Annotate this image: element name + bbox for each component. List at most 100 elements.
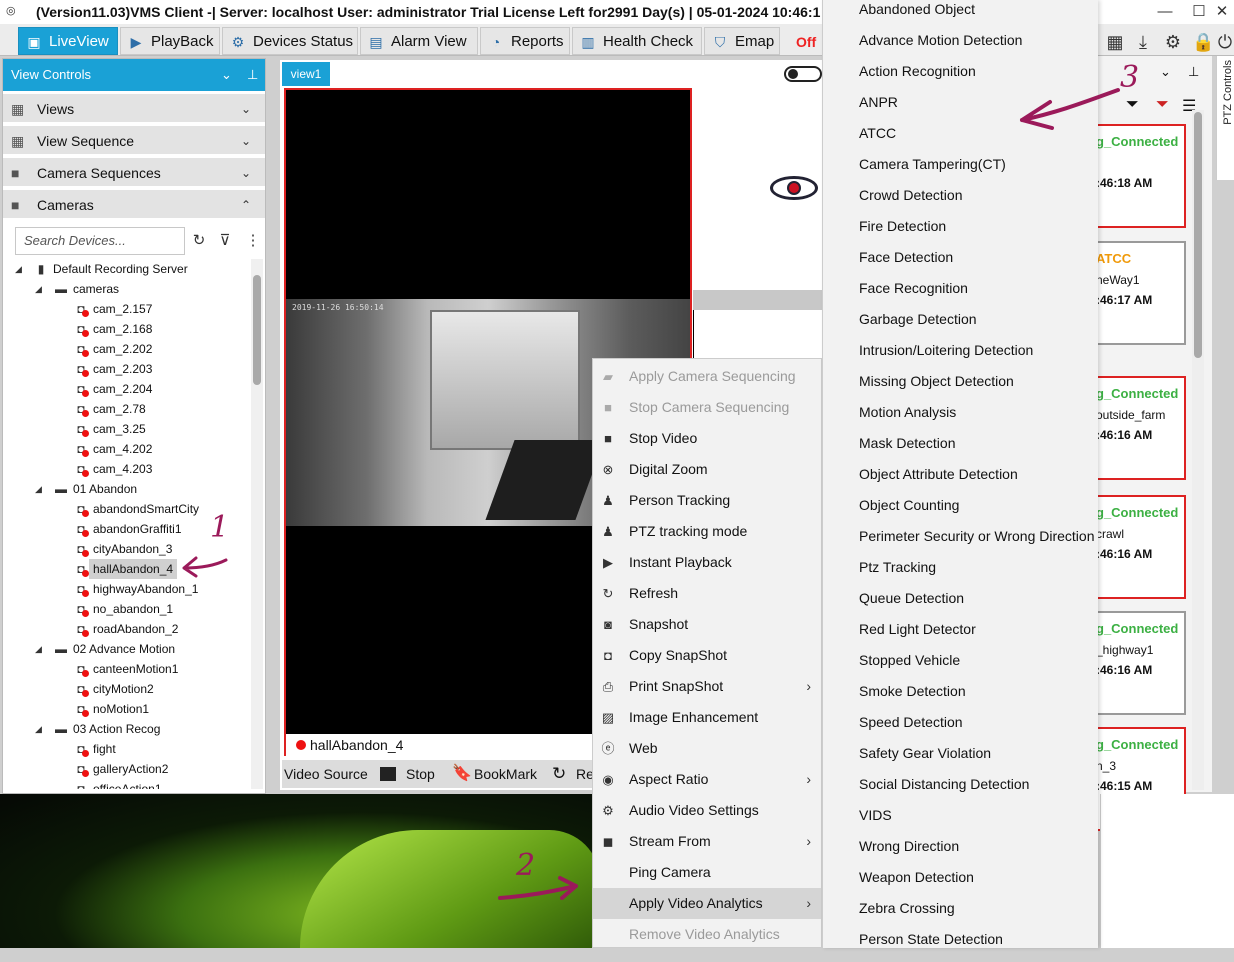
tree-camera-node[interactable]: ◘ roadAbandon_2 <box>3 619 249 639</box>
analytics-item-perimeter-security-or-wrong-direction[interactable]: Perimeter Security or Wrong Direction <box>859 528 1097 559</box>
menu-item-ping-camera[interactable]: Ping Camera <box>593 857 821 888</box>
menu-item-apply-camera-sequencing[interactable]: ▰ Apply Camera Sequencing <box>593 361 821 392</box>
tree-camera-node[interactable]: ◘ cam_2.203 <box>3 359 249 379</box>
power-icon[interactable]: ⏻ <box>1214 31 1234 53</box>
tree-camera-node[interactable]: ◘ cam_2.202 <box>3 339 249 359</box>
tree-camera-node[interactable]: ◘ cityMotion2 <box>3 679 249 699</box>
settings-icon[interactable]: ⚙ <box>1162 31 1184 53</box>
analytics-item-person-state-detection[interactable]: Person State Detection <box>859 931 1097 962</box>
menu-item-ptz-tracking-mode[interactable]: ♟ PTZ tracking mode <box>593 516 821 547</box>
tree-camera-node[interactable]: ◘ highwayAbandon_1 <box>3 579 249 599</box>
alert-card[interactable]: g_Connected outside_farm:46:16 AM <box>1096 376 1186 480</box>
tab-devices-status[interactable]: ⚙ Devices Status <box>222 27 358 55</box>
analytics-item-vids[interactable]: VIDS <box>859 807 1097 838</box>
tree-server-node[interactable]: ◢ ▮ Default Recording Server <box>3 259 249 279</box>
tree-camera-node[interactable]: ◘ canteenMotion1 <box>3 659 249 679</box>
tree-camera-node[interactable]: ◘ cam_2.168 <box>3 319 249 339</box>
minimize-button[interactable]: — <box>1148 0 1182 24</box>
collapse-chevron-icon[interactable]: ⌄ <box>221 59 232 91</box>
analytics-item-wrong-direction[interactable]: Wrong Direction <box>859 838 1097 869</box>
expand-toggle-icon[interactable]: ◢ <box>15 259 22 279</box>
analytics-item-garbage-detection[interactable]: Garbage Detection <box>859 311 1097 342</box>
tree-camera-node[interactable]: ◘ fight <box>3 739 249 759</box>
menu-item-web[interactable]: ⓔ Web <box>593 733 821 764</box>
menu-item-stream-from[interactable]: ◼ Stream From › <box>593 826 821 857</box>
tree-camera-node[interactable]: ◘ hallAbandon_4 <box>3 559 249 579</box>
analytics-item-weapon-detection[interactable]: Weapon Detection <box>859 869 1097 900</box>
analytics-item-object-counting[interactable]: Object Counting <box>859 497 1097 528</box>
menu-item-aspect-ratio[interactable]: ◉ Aspect Ratio › <box>593 764 821 795</box>
tab-playback[interactable]: ▶ PlayBack <box>120 27 220 55</box>
analytics-item-camera-tampering-ct-[interactable]: Camera Tampering(CT) <box>859 156 1097 187</box>
video-source-button[interactable]: Video Source <box>284 760 368 788</box>
analytics-item-atcc[interactable]: ATCC <box>859 125 1097 156</box>
menu-item-digital-zoom[interactable]: ⊗ Digital Zoom <box>593 454 821 485</box>
analytics-item-speed-detection[interactable]: Speed Detection <box>859 714 1097 745</box>
tab-liveview[interactable]: ▣ LiveView <box>18 27 118 55</box>
analytics-item-action-recognition[interactable]: Action Recognition <box>859 63 1097 94</box>
tree-scrollbar-thumb[interactable] <box>253 275 261 385</box>
alert-card[interactable]: g_Connected _highway1:46:16 AM <box>1096 611 1186 715</box>
view-toggle-switch[interactable] <box>784 66 822 82</box>
tree-camera-node[interactable]: ◘ cam_2.204 <box>3 379 249 399</box>
tab-alarm-view[interactable]: ▤ Alarm View <box>360 27 478 55</box>
layout-icon[interactable]: ▦ <box>1104 31 1126 53</box>
menu-item-audio-video-settings[interactable]: ⚙ Audio Video Settings <box>593 795 821 826</box>
analytics-item-object-attribute-detection[interactable]: Object Attribute Detection <box>859 466 1097 497</box>
analytics-item-abandoned-object[interactable]: Abandoned Object <box>859 1 1097 32</box>
menu-item-copy-snapshot[interactable]: ◘ Copy SnapShot <box>593 640 821 671</box>
analytics-item-crowd-detection[interactable]: Crowd Detection <box>859 187 1097 218</box>
analytics-item-stopped-vehicle[interactable]: Stopped Vehicle <box>859 652 1097 683</box>
filter-icon[interactable]: ⊽ <box>215 231 235 251</box>
search-input[interactable]: Search Devices... <box>15 227 185 255</box>
alert-card[interactable]: g_Connected crawl:46:16 AM <box>1096 495 1186 599</box>
analytics-item-red-light-detector[interactable]: Red Light Detector <box>859 621 1097 652</box>
analytics-item-safety-gear-violation[interactable]: Safety Gear Violation <box>859 745 1097 776</box>
analytics-item-ptz-tracking[interactable]: Ptz Tracking <box>859 559 1097 590</box>
tree-camera-node[interactable]: ◘ cam_4.202 <box>3 439 249 459</box>
tree-camera-node[interactable]: ◘ officeAction1 <box>3 779 249 789</box>
lock-icon[interactable]: 🔒 <box>1192 31 1214 53</box>
menu-item-person-tracking[interactable]: ♟ Person Tracking <box>593 485 821 516</box>
tree-group-node[interactable]: ◢ ▬ cameras <box>3 279 249 299</box>
expand-toggle-icon[interactable]: ◢ <box>35 639 42 659</box>
accordion-view-sequence[interactable]: ▦ View Sequence ⌄ <box>3 126 265 156</box>
tree-group-node[interactable]: ◢ ▬ 03 Action Recog <box>3 719 249 739</box>
tree-camera-node[interactable]: ◘ galleryAction2 <box>3 759 249 779</box>
accordion-camera-sequences[interactable]: ■ Camera Sequences ⌄ <box>3 158 265 188</box>
tree-group-node[interactable]: ◢ ▬ 01 Abandon <box>3 479 249 499</box>
menu-item-instant-playback[interactable]: ▶ Instant Playback <box>593 547 821 578</box>
more-options-icon[interactable]: ⋮ <box>243 231 263 251</box>
menu-item-stop-video[interactable]: ■ Stop Video <box>593 423 821 454</box>
menu-item-refresh[interactable]: ↻ Refresh <box>593 578 821 609</box>
tree-camera-node[interactable]: ◘ noMotion1 <box>3 699 249 719</box>
analytics-item-face-detection[interactable]: Face Detection <box>859 249 1097 280</box>
close-button[interactable]: ✕ <box>1210 0 1234 24</box>
menu-item-print-snapshot[interactable]: ⎙ Print SnapShot › <box>593 671 821 702</box>
analytics-item-intrusion-loitering-detection[interactable]: Intrusion/Loitering Detection <box>859 342 1097 373</box>
menu-item-apply-video-analytics[interactable]: Apply Video Analytics › <box>593 888 821 919</box>
filter-red-icon[interactable]: ⏷ <box>1156 96 1169 114</box>
accordion-cameras[interactable]: ■ Cameras ⌃ <box>3 190 265 220</box>
tree-camera-node[interactable]: ◘ cam_3.25 <box>3 419 249 439</box>
menu-item-stop-camera-sequencing[interactable]: ■ Stop Camera Sequencing <box>593 392 821 423</box>
bookmark-button[interactable]: BookMark <box>474 760 537 788</box>
analytics-item-fire-detection[interactable]: Fire Detection <box>859 218 1097 249</box>
expand-toggle-icon[interactable]: ◢ <box>35 279 42 299</box>
analytics-item-zebra-crossing[interactable]: Zebra Crossing <box>859 900 1097 931</box>
menu-item-remove-video-analytics[interactable]: Remove Video Analytics <box>593 919 821 950</box>
tab-view1[interactable]: view1 <box>282 62 330 86</box>
pin-icon[interactable]: ⊥ <box>247 59 258 91</box>
analytics-item-face-recognition[interactable]: Face Recognition <box>859 280 1097 311</box>
accordion-views[interactable]: ▦ Views ⌄ <box>3 94 265 124</box>
analytics-item-social-distancing-detection[interactable]: Social Distancing Detection <box>859 776 1097 807</box>
stop-button[interactable]: Stop <box>406 760 435 788</box>
analytics-item-smoke-detection[interactable]: Smoke Detection <box>859 683 1097 714</box>
analytics-item-missing-object-detection[interactable]: Missing Object Detection <box>859 373 1097 404</box>
menu-item-image-enhancement[interactable]: ▨ Image Enhancement <box>593 702 821 733</box>
tree-camera-node[interactable]: ◘ no_abandon_1 <box>3 599 249 619</box>
filter-tool-icon[interactable]: ⏷ <box>1126 96 1139 114</box>
tab-emap[interactable]: ⛉ Emap <box>704 27 780 55</box>
pin-icon[interactable]: ⊥ <box>1188 64 1199 80</box>
download-icon[interactable]: ⤓ <box>1132 31 1154 53</box>
